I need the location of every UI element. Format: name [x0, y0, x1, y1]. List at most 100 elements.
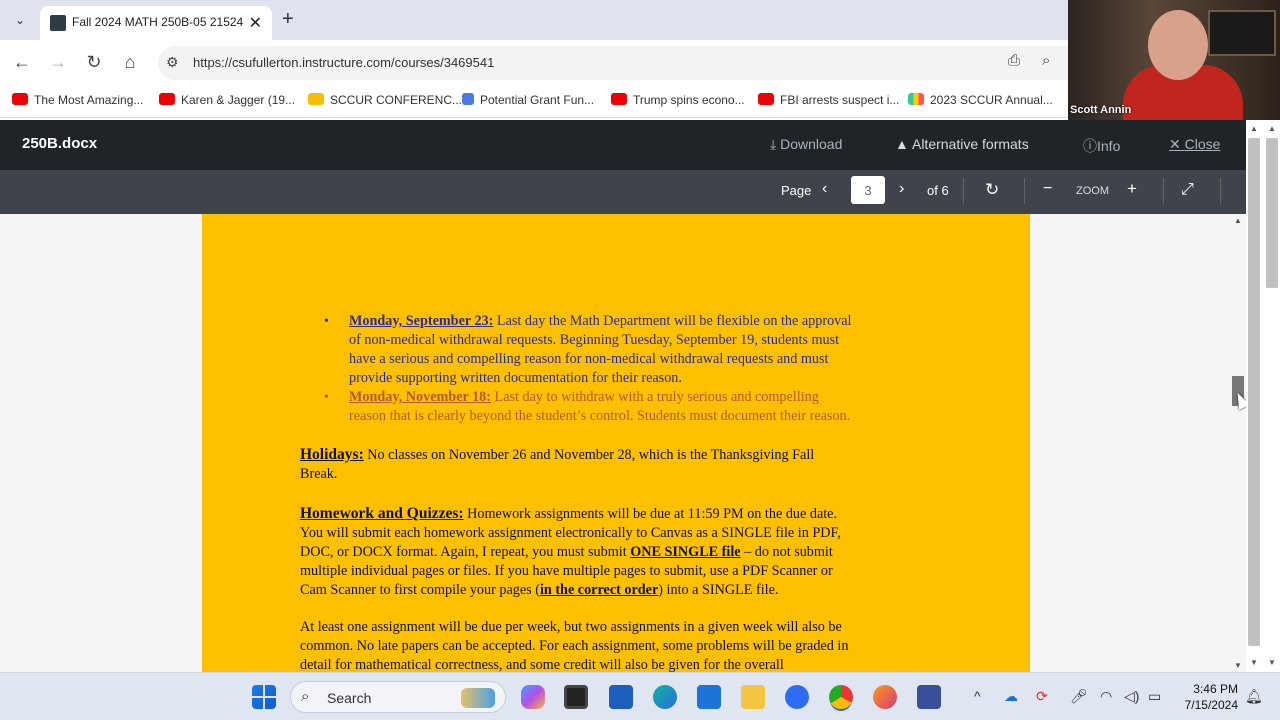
- show-hidden-icons-icon[interactable]: ^: [974, 688, 981, 704]
- file-viewer-app-icon[interactable]: [564, 685, 588, 709]
- paragraph-line: detail for mathematical correctness, and…: [300, 657, 784, 672]
- volume-icon[interactable]: ◁): [1124, 688, 1139, 705]
- rotate-icon[interactable]: ↻: [985, 180, 999, 200]
- back-icon[interactable]: ←: [10, 50, 34, 74]
- zoom-in-icon[interactable]: +: [1127, 179, 1137, 199]
- bullet1-date: Monday, September 23:: [349, 313, 494, 329]
- file-explorer-icon[interactable]: [741, 685, 765, 709]
- youtube-icon: [12, 93, 28, 105]
- divider: [1220, 178, 1221, 204]
- scroll-down-icon[interactable]: ▼: [1250, 658, 1258, 667]
- canvas-favicon-icon: [50, 15, 66, 31]
- firefox-icon[interactable]: [873, 685, 897, 709]
- search-highlight-icon: [461, 688, 495, 708]
- video-call-overlay: Scott Annin: [1068, 0, 1280, 120]
- url-text[interactable]: https://csufullerton.instructure.com/cou…: [193, 55, 494, 70]
- info-button[interactable]: ⓘInfo: [1083, 136, 1120, 156]
- site-info-icon[interactable]: ⚙: [166, 54, 179, 71]
- homework-line: Homework and Quizzes: Homework assignmen…: [300, 505, 838, 522]
- page-scrollbar[interactable]: ▲ ▼ ▲ ▼: [1246, 120, 1280, 672]
- file-name: 250B.docx: [22, 135, 98, 152]
- next-page-icon[interactable]: ›: [899, 180, 904, 198]
- homework-line: Cam Scanner to first compile your pages …: [300, 582, 779, 598]
- scroll-up-icon[interactable]: ▲: [1268, 124, 1276, 133]
- bookmark-item[interactable]: Trump spins econo...: [611, 93, 745, 109]
- tab-title: Fall 2024 MATH 250B-05 21524: [72, 15, 244, 29]
- zoom-icon[interactable]: [785, 685, 809, 709]
- bookmark-item[interactable]: Potential Grant Fun...: [462, 93, 594, 109]
- participant-name: Scott Annin: [1070, 104, 1132, 116]
- alternative-formats-button[interactable]: ▲ Alternative formats: [895, 136, 1029, 152]
- close-tab-icon[interactable]: ✕: [249, 13, 262, 33]
- wifi-icon[interactable]: ◠: [1100, 688, 1112, 705]
- battery-icon[interactable]: ▭: [1148, 688, 1161, 705]
- scroll-up-icon[interactable]: ▲: [1234, 216, 1242, 225]
- scroll-up-icon[interactable]: ▲: [1250, 124, 1258, 133]
- folder-icon: [308, 93, 324, 105]
- windows-start-icon[interactable]: [252, 685, 276, 709]
- download-icon: ⤓: [770, 136, 777, 152]
- chrome-icon[interactable]: [829, 685, 853, 709]
- homework-line: multiple individual pages or files. If y…: [300, 563, 833, 579]
- onedrive-icon[interactable]: ☁: [1004, 688, 1018, 705]
- forward-icon[interactable]: →: [46, 50, 70, 74]
- windows-taskbar: ⌕ Search ^ ☁ ⟳ 🎤︎ ◠ ◁) ▭ 3:46 PM 7/15/20…: [0, 672, 1280, 720]
- search-label: Search: [327, 690, 372, 706]
- bookmark-item[interactable]: SCCUR CONFERENC...: [308, 93, 462, 109]
- browser-toolbar: ← → ↻ ⌂ ⚙ https://csufullerton.instructu…: [0, 40, 1068, 84]
- bookmark-item[interactable]: The Most Amazing...: [12, 93, 143, 109]
- download-button[interactable]: ⤓ Download: [770, 136, 842, 153]
- zoom-magnifier-icon[interactable]: ⌕: [1042, 52, 1050, 69]
- outer-scroll-thumb[interactable]: [1266, 138, 1278, 288]
- zoom-label: ZOOM: [1076, 185, 1109, 197]
- notification-bell-icon[interactable]: 🔔︎: [1245, 688, 1263, 705]
- clock-date: 7/15/2024: [1184, 698, 1238, 712]
- edge-icon[interactable]: [653, 685, 677, 709]
- holidays-heading: Holidays:: [300, 446, 364, 463]
- microphone-icon[interactable]: 🎤︎: [1070, 688, 1088, 705]
- info-icon: ⓘ: [1083, 138, 1097, 154]
- microsoft-store-icon[interactable]: [609, 685, 633, 709]
- homework-line: You will submit each homework assignment…: [300, 525, 841, 541]
- system-clock[interactable]: 3:46 PM 7/15/2024: [1172, 681, 1238, 713]
- bullet1-line: have a serious and compelling reason for…: [349, 351, 829, 367]
- tab-search-button[interactable]: ⌄: [8, 8, 32, 32]
- address-bar[interactable]: ⚙ https://csufullerton.instructure.com/c…: [158, 46, 1068, 80]
- mail-icon[interactable]: [697, 685, 721, 709]
- sync-icon[interactable]: ⟳: [1036, 688, 1048, 705]
- copilot-icon[interactable]: [521, 685, 545, 709]
- scroll-down-icon[interactable]: ▼: [1268, 658, 1276, 667]
- bullet2-date: Monday, November 18:: [349, 389, 491, 405]
- page-scroll-thumb[interactable]: [1248, 138, 1260, 646]
- fullscreen-icon[interactable]: ⤢: [1181, 181, 1194, 199]
- home-icon[interactable]: ⌂: [118, 50, 142, 74]
- app-icon[interactable]: [917, 685, 941, 709]
- wall-picture: [1208, 10, 1276, 56]
- close-button[interactable]: ✕ Close: [1169, 136, 1220, 153]
- close-icon: ✕: [1169, 136, 1181, 152]
- install-app-icon[interactable]: ⎙: [1008, 52, 1020, 69]
- page-number-input[interactable]: [851, 176, 885, 204]
- bookmark-item[interactable]: 2023 SCCUR Annual...: [908, 93, 1053, 109]
- previous-page-icon[interactable]: ‹: [822, 180, 827, 198]
- holidays-line: Break.: [300, 466, 338, 482]
- bullet2-line: reason that is clearly beyond the studen…: [349, 408, 851, 424]
- taskbar-search[interactable]: ⌕ Search: [290, 681, 506, 713]
- document-scrollbar[interactable]: ▲ ▼: [1232, 214, 1246, 672]
- page-toolbar: Page ‹ › of 6 ↻ − ZOOM + ⤢: [0, 170, 1246, 214]
- tab-strip: ⌄ Fall 2024 MATH 250B-05 21524 ✕ +: [0, 0, 1068, 40]
- new-tab-button[interactable]: +: [282, 8, 294, 31]
- participant-head: [1148, 10, 1208, 80]
- document-page: • Monday, September 23: Last day the Mat…: [202, 214, 1030, 672]
- document-viewport[interactable]: • Monday, September 23: Last day the Mat…: [0, 214, 1246, 672]
- reload-icon[interactable]: ↻: [82, 50, 106, 74]
- homework-line: DOC, or DOCX format. Again, I repeat, yo…: [300, 544, 833, 560]
- bookmark-item[interactable]: FBI arrests suspect i...: [758, 93, 899, 109]
- page-label: Page: [781, 183, 812, 198]
- bookmark-item[interactable]: Karen & Jagger (19...: [159, 93, 295, 109]
- browser-tab[interactable]: Fall 2024 MATH 250B-05 21524 ✕: [40, 6, 272, 40]
- zoom-out-icon[interactable]: −: [1043, 180, 1052, 198]
- bullet1-line: Monday, September 23: Last day the Math …: [349, 313, 852, 329]
- scroll-down-icon[interactable]: ▼: [1234, 661, 1242, 670]
- paragraph-line: At least one assignment will be due per …: [300, 619, 842, 635]
